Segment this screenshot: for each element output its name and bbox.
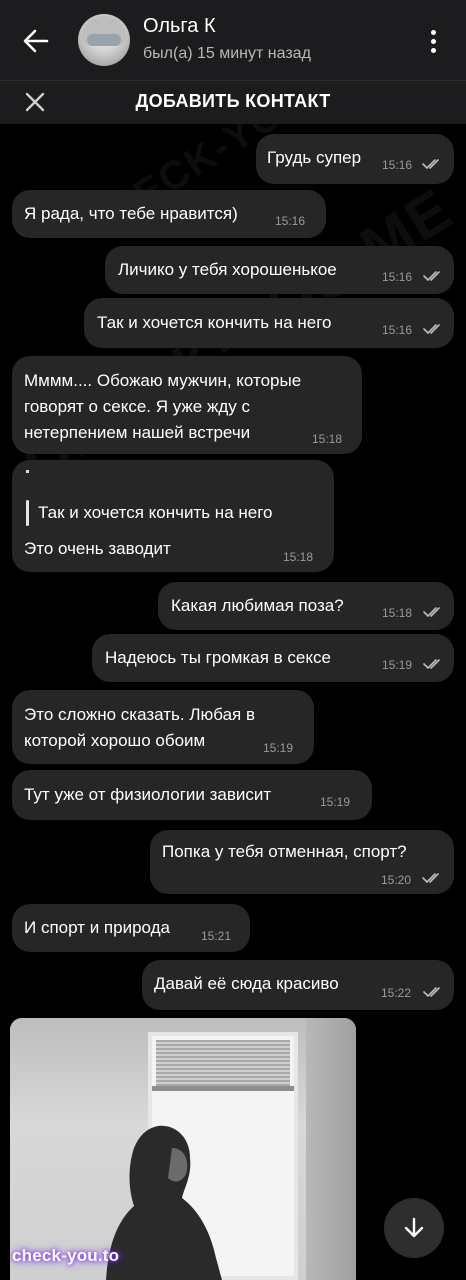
message-time: 15:22 (381, 986, 412, 1000)
message-text: Какая любимая поза? (171, 596, 344, 615)
message-time: 15:20 (381, 873, 412, 887)
message-text-line: нетерпением нашей встречи (24, 423, 251, 442)
message-time: 15:18 (312, 432, 343, 446)
message-text-line: которой хорошо обоим (24, 731, 206, 750)
back-button[interactable] (16, 24, 56, 58)
message-bubble-in[interactable]: Я рада, что тебе нравится) 15:16 (12, 190, 326, 238)
message-bubble-in-reply[interactable]: Так и хочется кончить на него Это очень … (12, 460, 334, 572)
message-time: 15:16 (382, 323, 413, 337)
message-bubble-out[interactable]: Личико у тебя хорошенькое 15:16 (105, 246, 454, 294)
message-text-line: говорят о сексе. Я уже жду с (24, 397, 250, 416)
watermark-badge: check-you.to (12, 1246, 120, 1265)
message-text: Надеюсь ты громкая в сексе (105, 648, 331, 667)
reply-quote-bar (26, 500, 29, 526)
message-text: И спорт и природа (24, 918, 170, 937)
message-time: 15:19 (320, 795, 351, 809)
message-time: 15:19 (382, 658, 413, 672)
arrow-left-icon (23, 29, 49, 53)
double-check-icon (423, 987, 440, 998)
message-bubble-out[interactable]: Какая любимая поза? 15:18 (158, 582, 454, 630)
more-vertical-icon[interactable] (418, 26, 448, 56)
message-bubble-out[interactable]: Надеюсь ты громкая в сексе 15:19 (92, 634, 454, 682)
message-text: Тут уже от физиологии зависит (24, 785, 272, 804)
message-text: Так и хочется кончить на него (97, 313, 332, 332)
message-bubble-out[interactable]: Так и хочется кончить на него 15:16 (84, 298, 454, 348)
message-bubble-out[interactable]: Давай её сюда красиво 15:22 (142, 960, 454, 1010)
message-bubble-out[interactable]: Попка у тебя отменная, спорт? 15:20 (150, 830, 454, 894)
reply-quote-text[interactable]: Так и хочется кончить на него (38, 501, 273, 524)
message-text: Это очень заводит (24, 539, 171, 558)
double-check-icon (422, 873, 439, 884)
double-check-icon (423, 324, 440, 335)
contact-status: был(а) 15 минут назад (143, 45, 311, 62)
contact-name[interactable]: Ольга К (143, 15, 216, 38)
double-check-icon (423, 271, 440, 282)
message-text: Личико у тебя хорошенькое (118, 260, 337, 279)
add-contact-bar: ДОБАВИТЬ КОНТАКТ (0, 80, 466, 124)
photo-message[interactable] (10, 1018, 356, 1280)
reply-marker (26, 470, 29, 473)
message-time: 15:21 (201, 929, 232, 943)
message-text-line: Это сложно сказать. Любая в (24, 705, 256, 724)
chat-header: Ольга К был(а) 15 минут назад (0, 0, 466, 80)
double-check-icon (422, 159, 439, 170)
message-text-line: Мммм.... Обожаю мужчин, которые (24, 371, 302, 390)
message-bubble-in[interactable]: Это сложно сказать. Любая в которой хоро… (12, 690, 314, 764)
message-time: 15:18 (382, 606, 413, 620)
message-text: Давай её сюда красиво (154, 974, 339, 993)
double-check-icon (423, 659, 440, 670)
add-contact-button[interactable]: ДОБАВИТЬ КОНТАКТ (0, 91, 466, 112)
message-text: Я рада, что тебе нравится) (24, 204, 238, 223)
message-time: 15:18 (283, 550, 314, 564)
avatar[interactable] (78, 14, 130, 66)
double-check-icon (423, 607, 440, 618)
message-time: 15:16 (382, 158, 413, 172)
message-text: Грудь супер (267, 148, 362, 167)
message-bubble-in[interactable]: Тут уже от физиологии зависит 15:19 (12, 770, 372, 820)
message-time: 15:16 (382, 270, 413, 284)
message-bubble-in[interactable]: И спорт и природа 15:21 (12, 904, 250, 952)
message-time: 15:19 (263, 741, 294, 755)
message-bubble-out[interactable]: Грудь супер 15:16 (256, 134, 454, 184)
message-bubble-in[interactable]: Мммм.... Обожаю мужчин, которые говорят … (12, 356, 362, 454)
arrow-down-icon (404, 1217, 424, 1238)
message-time: 15:16 (275, 214, 306, 228)
scroll-down-button[interactable] (384, 1198, 444, 1258)
message-text: Попка у тебя отменная, спорт? (162, 842, 407, 861)
